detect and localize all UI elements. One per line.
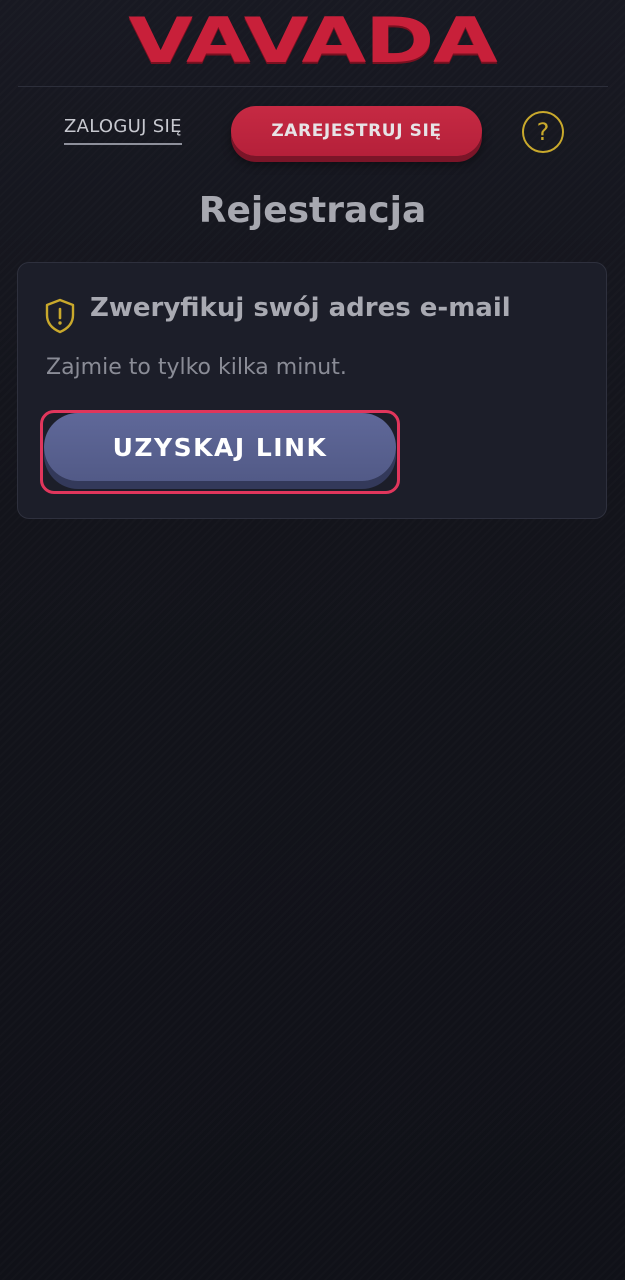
page: VAVADA ZALOGUJ SIĘ ZAREJESTRUJ SIĘ ? Rej… [0, 0, 625, 1280]
card-subtitle: Zajmie to tylko kilka minut. [46, 355, 347, 380]
help-glyph: ? [536, 118, 550, 146]
get-link-button-label: UZYSKAJ LINK [112, 432, 328, 462]
verify-email-card: Zweryfikuj swój adres e-mail Zajmie to t… [17, 262, 607, 519]
shield-alert-icon [45, 298, 75, 334]
page-title: Rejestracja [198, 190, 427, 231]
header-divider [18, 86, 608, 87]
help-icon[interactable]: ? [522, 111, 564, 153]
logo-text: VAVADA [128, 4, 498, 77]
card-title: Zweryfikuj swój adres e-mail [90, 293, 511, 323]
get-link-button[interactable]: UZYSKAJ LINK [44, 413, 396, 481]
register-button-label: ZAREJESTRUJ SIĘ [271, 121, 442, 141]
register-button[interactable]: ZAREJESTRUJ SIĘ [231, 106, 482, 156]
logo[interactable]: VAVADA [0, 8, 625, 74]
login-link[interactable]: ZALOGUJ SIĘ [64, 116, 182, 145]
